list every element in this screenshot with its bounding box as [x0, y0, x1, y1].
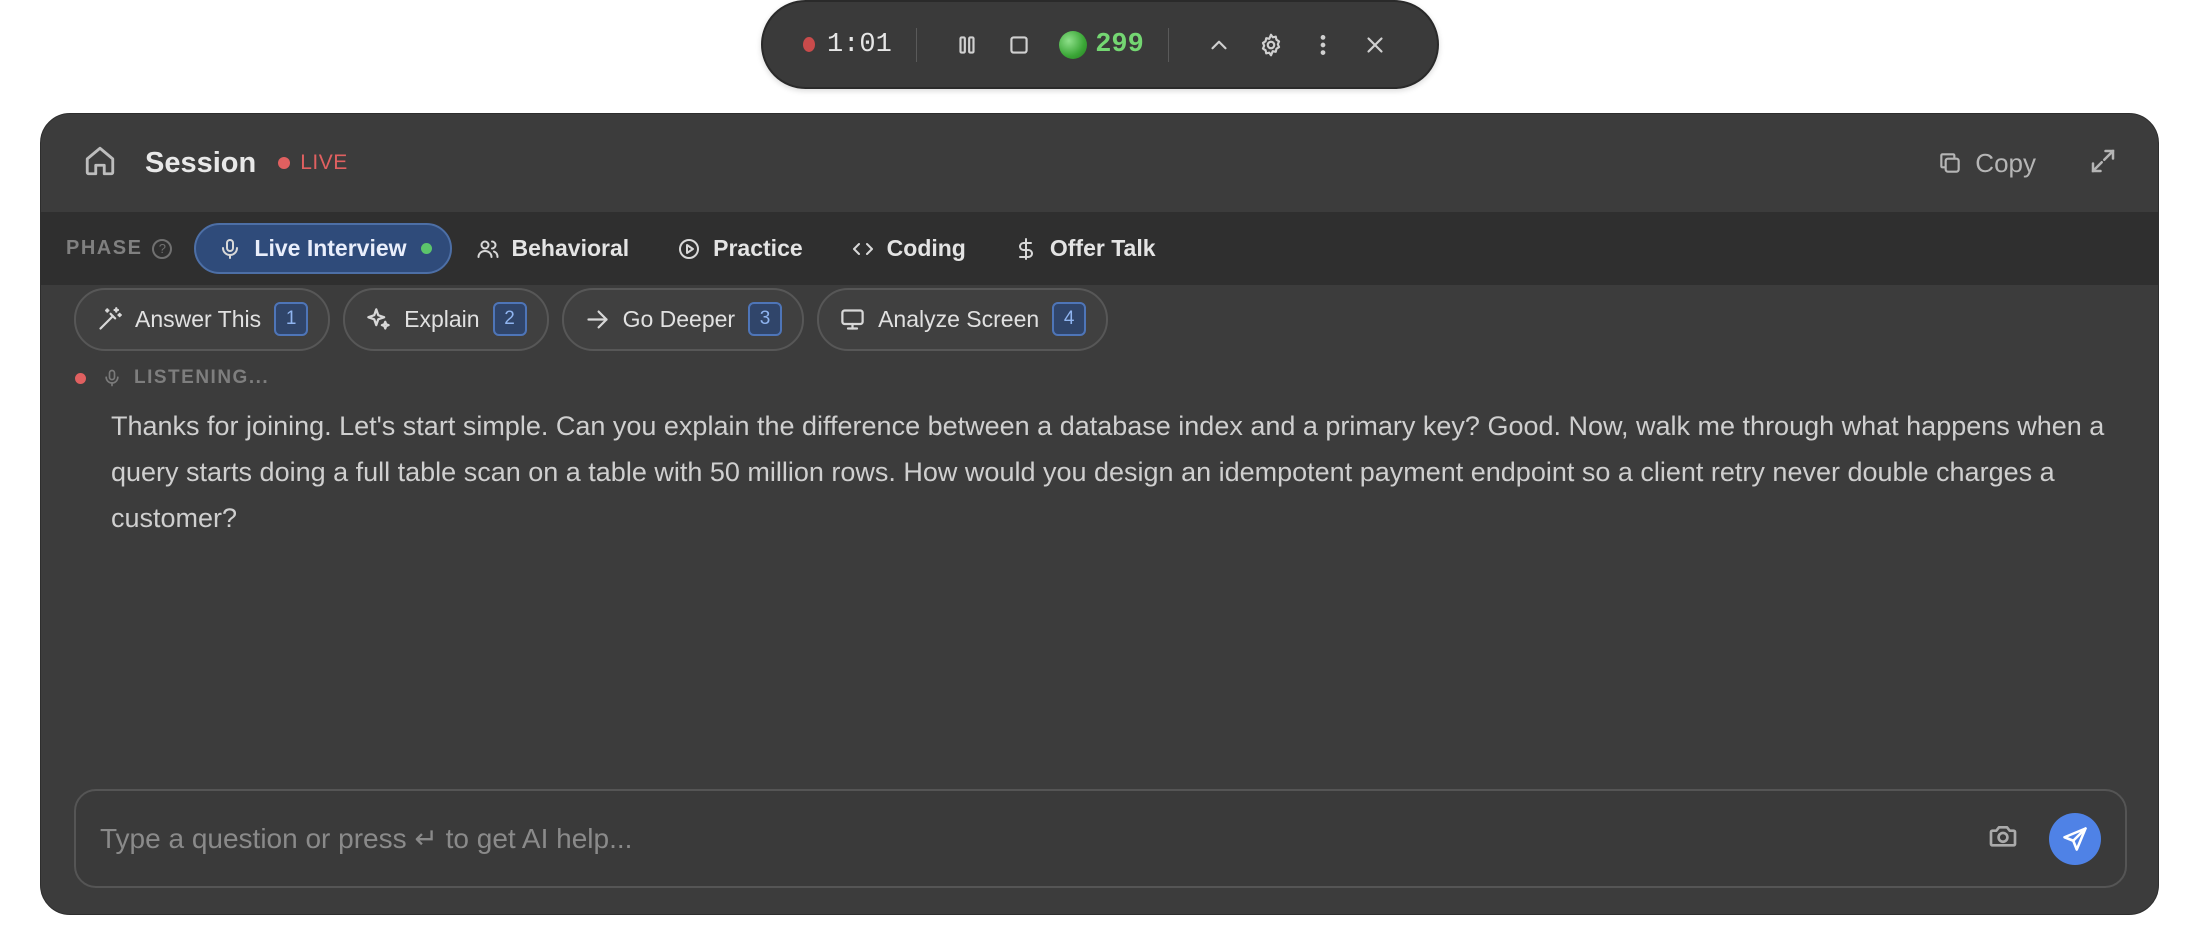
tab-label: Offer Talk — [1049, 235, 1156, 261]
action-label: Go Deeper — [622, 305, 736, 332]
action-label: Explain — [404, 305, 480, 332]
code-icon — [852, 242, 873, 255]
copy-icon — [1940, 153, 1961, 173]
copy-button[interactable]: Copy — [1937, 148, 2036, 179]
dollar-icon — [1018, 237, 1033, 260]
tab-offer-talk[interactable]: Offer Talk — [990, 223, 1180, 274]
record-dot — [803, 37, 815, 52]
send-icon — [2063, 826, 2087, 851]
chevron-up-icon[interactable] — [1203, 25, 1235, 65]
tab-label: Practice — [713, 235, 803, 261]
action-label: Analyze Screen — [878, 305, 1040, 332]
action-label: Answer This — [135, 305, 262, 332]
tab-label: Behavioral — [511, 235, 630, 261]
credits-count: 299 — [1095, 29, 1144, 60]
session-header: Session LIVE Copy — [41, 114, 2158, 212]
live-badge: LIVE — [300, 151, 348, 174]
tab-label: Live Interview — [254, 235, 407, 261]
page-title: Session — [145, 146, 257, 179]
divider — [1167, 27, 1170, 62]
close-icon[interactable] — [1359, 25, 1391, 65]
help-icon[interactable]: ? — [152, 238, 173, 259]
quick-actions: Answer This 1 Explain 2 Go Deeper 3 Anal… — [41, 287, 2158, 351]
question-input-box — [74, 789, 2127, 888]
gear-icon[interactable] — [1255, 25, 1287, 65]
shortcut-badge: 2 — [492, 302, 527, 336]
tab-coding[interactable]: Coding — [827, 223, 990, 274]
tab-label: Coding — [886, 235, 966, 261]
explain-button[interactable]: Explain 2 — [343, 287, 549, 351]
send-button[interactable] — [2049, 812, 2101, 865]
recording-time: 1:01 — [826, 29, 892, 60]
stop-icon[interactable] — [1003, 25, 1035, 65]
mic-icon — [222, 238, 239, 259]
active-dot — [420, 243, 432, 254]
sparkles-icon — [367, 307, 390, 330]
session-panel: Session LIVE Copy PHASE ? Live Interview… — [40, 113, 2159, 915]
shortcut-badge: 1 — [274, 302, 309, 336]
divider — [915, 27, 918, 62]
live-indicator-dot — [278, 157, 291, 169]
play-circle-icon — [679, 238, 700, 259]
listening-dot — [75, 372, 86, 384]
copy-label: Copy — [1975, 147, 2036, 178]
expand-icon[interactable] — [2088, 146, 2118, 181]
listening-status: LISTENING... — [41, 365, 2158, 391]
transcript-text: Thanks for joining. Let's start simple. … — [111, 411, 2105, 533]
recorder-bar: 1:01 299 — [761, 0, 1439, 89]
pause-icon[interactable] — [951, 25, 983, 65]
credit-coin-icon — [1059, 30, 1088, 59]
phase-bar: PHASE ? Live Interview Behavioral Practi… — [41, 212, 2158, 285]
phase-label: PHASE — [66, 237, 143, 259]
answer-this-button[interactable]: Answer This 1 — [74, 287, 331, 351]
listening-label: LISTENING... — [134, 367, 270, 388]
users-icon — [477, 240, 499, 258]
tab-behavioral[interactable]: Behavioral — [452, 223, 654, 274]
go-deeper-button[interactable]: Go Deeper 3 — [561, 287, 805, 351]
monitor-icon — [841, 308, 864, 330]
shortcut-badge: 4 — [1052, 302, 1087, 336]
home-icon[interactable] — [83, 144, 117, 183]
tab-live-interview[interactable]: Live Interview — [194, 223, 452, 274]
more-vertical-icon[interactable] — [1307, 25, 1339, 65]
tab-practice[interactable]: Practice — [653, 223, 827, 274]
camera-icon[interactable] — [1987, 820, 2019, 857]
magic-wand-icon — [99, 306, 122, 330]
mic-icon — [105, 369, 119, 387]
credits-badge: 299 — [1059, 30, 1144, 60]
question-input[interactable] — [100, 822, 1987, 855]
shortcut-badge: 3 — [748, 302, 783, 336]
arrow-right-icon — [586, 310, 608, 328]
analyze-screen-button[interactable]: Analyze Screen 4 — [817, 287, 1109, 351]
